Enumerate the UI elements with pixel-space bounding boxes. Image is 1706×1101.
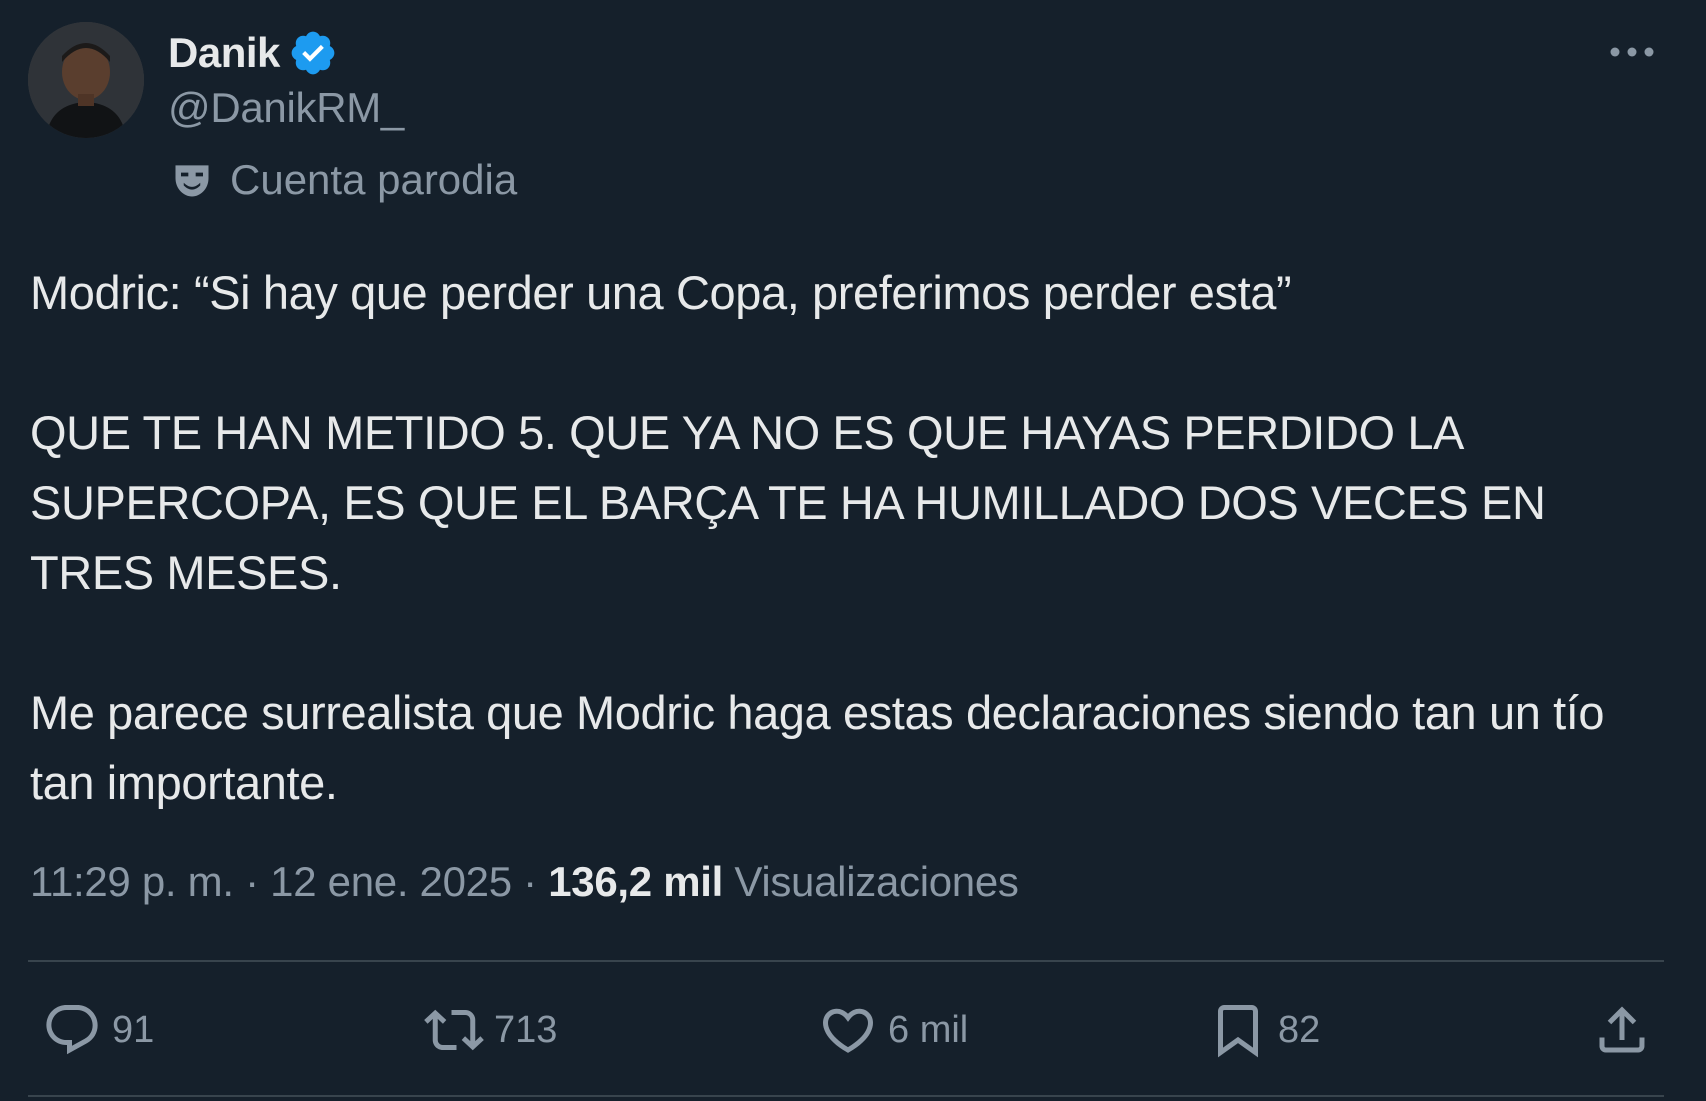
retweet-count: 713 — [494, 1008, 558, 1051]
like-button[interactable]: 6 mil — [818, 990, 968, 1070]
bookmark-icon — [1218, 1005, 1258, 1058]
action-bar: 91 713 6 mil 82 — [28, 990, 1664, 1070]
tweet-date[interactable]: 12 ene. 2025 — [270, 858, 512, 905]
bookmark-button[interactable]: 82 — [1208, 990, 1320, 1070]
share-icon — [1599, 1006, 1645, 1053]
tweet-paragraph: Me parece surrealista que Modric haga es… — [30, 686, 1605, 809]
tweet-text: Modric: “Si hay que perder una Copa, pre… — [30, 258, 1670, 818]
profile-photo — [28, 22, 144, 138]
more-options-button[interactable] — [1602, 30, 1662, 74]
avatar[interactable] — [28, 22, 144, 138]
more-dots-icon — [1610, 47, 1654, 57]
tweet-paragraph: Modric: “Si hay que perder una Copa, pre… — [30, 266, 1292, 319]
verified-badge-icon — [291, 31, 335, 75]
share-button[interactable] — [1592, 990, 1652, 1070]
tweet-meta: 11:29 p. m. · 12 ene. 2025 · 136,2 mil V… — [30, 858, 1019, 906]
reply-icon — [46, 1005, 98, 1055]
meta-separator: · — [245, 858, 259, 905]
tweet-time[interactable]: 11:29 p. m. — [30, 858, 234, 905]
parody-label: Cuenta parodia — [230, 156, 518, 203]
divider — [28, 960, 1664, 962]
tweet-paragraph: QUE TE HAN METIDO 5. QUE YA NO ES QUE HA… — [30, 406, 1546, 599]
bookmark-count: 82 — [1278, 1008, 1321, 1051]
meta-separator: · — [523, 858, 537, 905]
display-name[interactable]: Danik — [168, 29, 280, 77]
theater-mask-icon — [175, 165, 209, 197]
reply-button[interactable]: 91 — [42, 990, 154, 1070]
like-count: 6 mil — [888, 1008, 969, 1051]
author-name-row[interactable]: Danik — [168, 24, 338, 82]
reply-count: 91 — [112, 1008, 155, 1051]
heart-icon — [822, 1008, 874, 1053]
tweet-card: Danik @DanikRM_ Cuenta parodia Modric: “… — [0, 0, 1706, 1101]
divider — [28, 1095, 1664, 1097]
retweet-button[interactable]: 713 — [424, 990, 557, 1070]
parody-account-label: Cuenta parodia — [170, 152, 517, 208]
retweet-icon — [424, 1009, 484, 1051]
author-handle[interactable]: @DanikRM_ — [168, 84, 404, 132]
views-label: Visualizaciones — [734, 858, 1019, 905]
views-count: 136,2 mil — [548, 858, 723, 905]
